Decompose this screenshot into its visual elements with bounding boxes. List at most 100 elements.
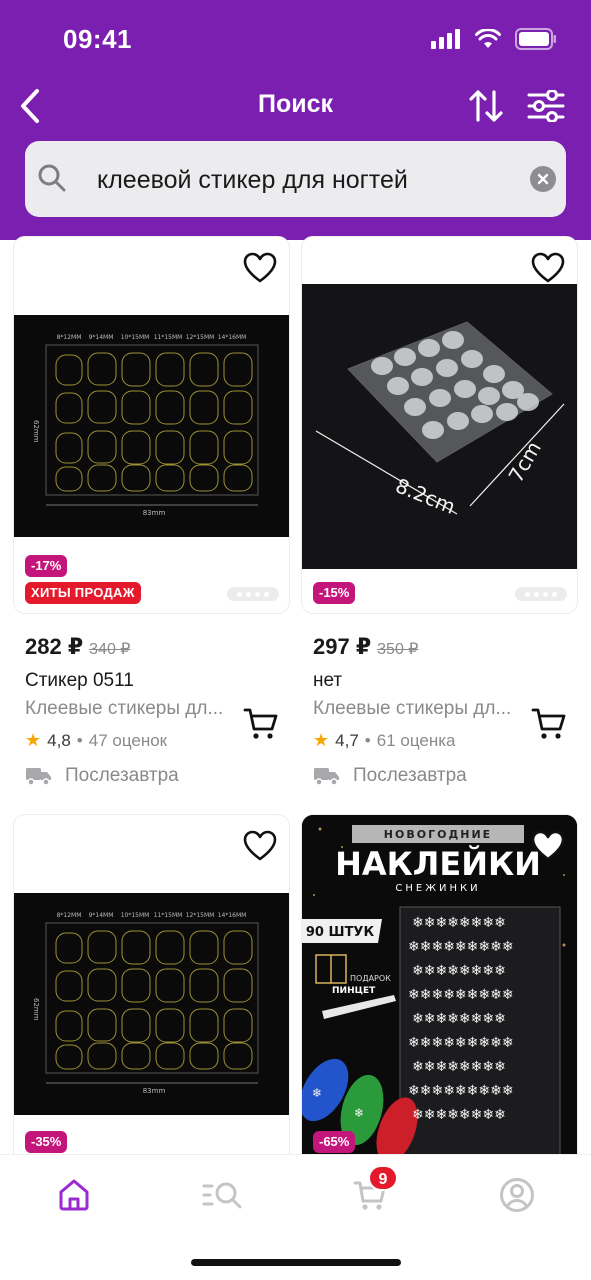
favorite-heart-icon[interactable] xyxy=(243,829,277,863)
size-label: 8*12MM xyxy=(57,334,82,341)
search-icon xyxy=(38,164,66,192)
svg-text:❄❄❄❄❄❄❄❄❄: ❄❄❄❄❄❄❄❄❄ xyxy=(408,939,514,955)
cart-count-badge: 9 xyxy=(368,1165,398,1191)
search-input[interactable]: клеевой стикер для ногтей xyxy=(25,141,566,217)
size-label: 14*16MM xyxy=(218,912,247,919)
catalog-search-icon xyxy=(202,1182,242,1209)
product-title[interactable]: нет xyxy=(313,670,590,692)
status-time: 09:41 xyxy=(63,24,132,54)
separator: • xyxy=(76,730,83,750)
product-card[interactable]: НОВОГОДНИЕ НАКЛЕЙКИ СНЕЖИНКИ 90 ШТУК ПОД… xyxy=(301,814,578,1174)
svg-text:❄❄❄❄❄❄❄❄: ❄❄❄❄❄❄❄❄ xyxy=(412,1011,506,1027)
star-icon: ★ xyxy=(25,730,42,750)
old-price: 340 ₽ xyxy=(89,641,131,658)
size-label: 10*15MM xyxy=(121,334,150,341)
add-to-cart-icon[interactable] xyxy=(243,707,279,741)
delivery-row: Послезавтра xyxy=(25,765,302,787)
status-icons xyxy=(431,28,557,50)
image-pager-dots xyxy=(227,587,279,601)
svg-text:❄❄❄❄❄❄❄❄: ❄❄❄❄❄❄❄❄ xyxy=(412,915,506,931)
signal-icon xyxy=(431,29,460,49)
favorite-heart-icon[interactable] xyxy=(531,829,565,863)
search-query: клеевой стикер для ногтей xyxy=(97,166,408,194)
product-card[interactable]: 8*12MM 9*14MM 10*15MM 11*15MM 12*15MM 14… xyxy=(13,814,290,1174)
count-label: 90 ШТУК xyxy=(306,925,375,940)
separator: • xyxy=(364,730,371,750)
dimension-label: 83mm xyxy=(143,509,166,517)
rating-value: 4,8 xyxy=(47,730,71,750)
battery-icon xyxy=(515,28,556,50)
discount-badge: -35% xyxy=(25,1131,68,1153)
svg-text:❄❄❄❄❄❄❄❄❄: ❄❄❄❄❄❄❄❄❄ xyxy=(408,1035,514,1051)
bestseller-badge: ХИТЫ ПРОДАЖ xyxy=(25,582,141,604)
size-label: 8*12MM xyxy=(57,912,82,919)
size-label: 10*15MM xyxy=(121,912,150,919)
banner-text: НОВОГОДНИЕ xyxy=(384,828,492,841)
size-label: 12*15MM xyxy=(186,912,215,919)
tab-home[interactable] xyxy=(54,1175,94,1215)
product-image: 8*12MM 9*14MM 10*15MM 11*15MM 12*15MM 14… xyxy=(14,315,289,537)
truck-icon xyxy=(26,768,51,786)
old-price: 350 ₽ xyxy=(377,641,419,658)
subline-text: СНЕЖИНКИ xyxy=(395,883,480,894)
favorite-heart-icon[interactable] xyxy=(531,251,565,285)
wifi-icon xyxy=(475,29,501,48)
discount-badge: -17% xyxy=(25,555,68,577)
reviews-count: 61 оценка xyxy=(376,730,456,750)
filter-icon xyxy=(527,90,565,122)
product-card[interactable]: 8.2cm 7cm -15% xyxy=(301,236,578,614)
clear-search-button[interactable] xyxy=(530,166,556,192)
product-subtitle: Клеевые стикеры дл... xyxy=(25,698,224,719)
discount-badge: -15% xyxy=(313,582,356,604)
delivery-text: Послезавтра xyxy=(353,765,467,786)
product-title[interactable]: Стикер 0511 xyxy=(25,670,302,692)
svg-text:❄: ❄ xyxy=(312,1086,322,1100)
discount-badge: -65% xyxy=(313,1131,356,1153)
size-label: 12*15MM xyxy=(186,334,215,341)
size-label: 11*15MM xyxy=(154,912,183,919)
tab-profile[interactable] xyxy=(497,1175,537,1215)
svg-text:❄❄❄❄❄❄❄❄: ❄❄❄❄❄❄❄❄ xyxy=(412,963,506,979)
size-label: 9*14MM xyxy=(89,334,114,341)
home-icon xyxy=(59,1179,89,1211)
product-image: 8.2cm 7cm xyxy=(302,284,577,569)
headline-text: НАКЛЕЙКИ xyxy=(335,845,541,883)
clear-icon xyxy=(537,173,549,185)
snowflake-stickers-image: НОВОГОДНИЕ НАКЛЕЙКИ СНЕЖИНКИ 90 ШТУК ПОД… xyxy=(302,815,577,1173)
dimension-label: 62mm xyxy=(32,998,40,1021)
product-subtitle: Клеевые стикеры дл... xyxy=(313,698,512,719)
product-price: 297 ₽ 350 ₽ xyxy=(313,634,590,660)
delivery-text: Послезавтра xyxy=(65,765,179,786)
filter-button[interactable] xyxy=(524,84,568,128)
profile-icon xyxy=(500,1178,534,1212)
product-image: НОВОГОДНИЕ НАКЛЕЙКИ СНЕЖИНКИ 90 ШТУК ПОД… xyxy=(302,815,577,1173)
status-bar: 09:41 xyxy=(0,0,591,80)
home-indicator xyxy=(191,1259,401,1266)
product-price: 282 ₽ 340 ₽ xyxy=(25,634,302,660)
sticker-sheet-image: 8*12MM 9*14MM 10*15MM 11*15MM 12*15MM 14… xyxy=(14,315,289,537)
favorite-heart-icon[interactable] xyxy=(243,251,277,285)
gift-label: ПОДАРОК xyxy=(350,974,391,983)
current-price: 282 ₽ xyxy=(25,634,84,659)
header: 09:41 Поиск клеевой стикер для ногтей xyxy=(0,0,591,240)
svg-text:❄❄❄❄❄❄❄❄❄: ❄❄❄❄❄❄❄❄❄ xyxy=(408,1083,514,1099)
truck-icon xyxy=(314,768,339,786)
add-to-cart-icon[interactable] xyxy=(531,707,567,741)
product-image: 8*12MM 9*14MM 10*15MM 11*15MM 12*15MM 14… xyxy=(14,893,289,1115)
delivery-row: Послезавтра xyxy=(313,765,590,787)
star-icon: ★ xyxy=(313,730,330,750)
size-label: 9*14MM xyxy=(89,912,114,919)
size-label: 11*15MM xyxy=(154,334,183,341)
rating-value: 4,7 xyxy=(335,730,359,750)
size-label: 14*16MM xyxy=(218,334,247,341)
sort-icon xyxy=(469,90,503,122)
product-card[interactable]: 8*12MM 9*14MM 10*15MM 11*15MM 12*15MM 14… xyxy=(13,236,290,614)
svg-text:❄: ❄ xyxy=(354,1106,364,1120)
svg-text:❄❄❄❄❄❄❄❄: ❄❄❄❄❄❄❄❄ xyxy=(412,1059,506,1075)
clear-adhesive-sheet-image: 8.2cm 7cm xyxy=(302,284,577,569)
tab-catalog[interactable] xyxy=(201,1175,245,1215)
sort-button[interactable] xyxy=(464,84,508,128)
nav-bar: Поиск xyxy=(0,80,591,130)
reviews-count: 47 оценок xyxy=(88,730,168,750)
image-pager-dots xyxy=(515,587,567,601)
